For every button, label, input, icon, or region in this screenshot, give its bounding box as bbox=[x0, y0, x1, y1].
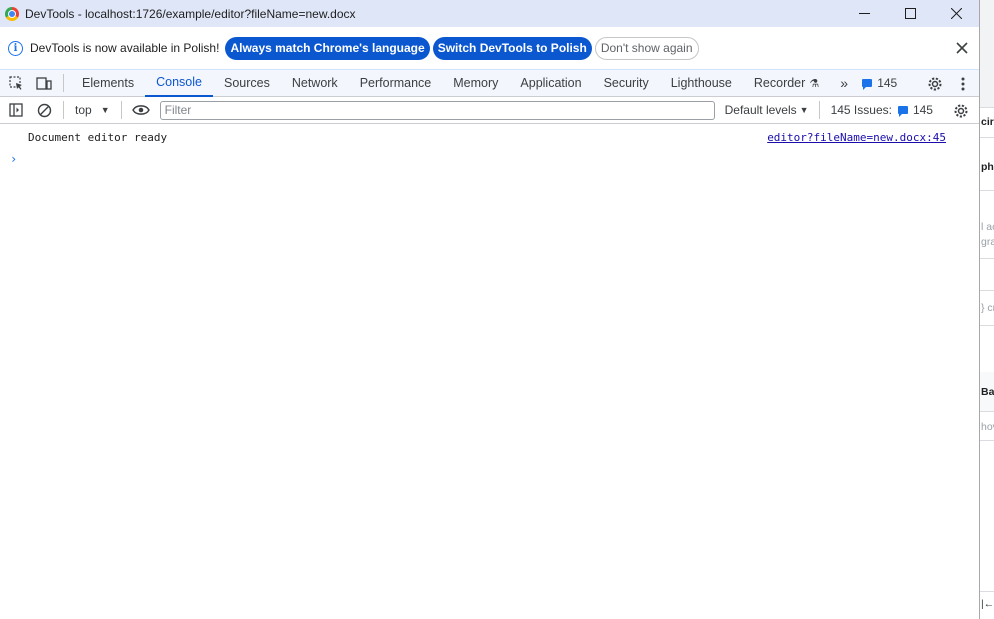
context-value: top bbox=[75, 103, 92, 117]
underlay-divider bbox=[980, 190, 994, 191]
underlay-divider bbox=[980, 440, 994, 441]
minimize-button[interactable] bbox=[841, 0, 887, 27]
console-message-source-link[interactable]: editor?fileName=new.docx:45 bbox=[767, 131, 946, 144]
maximize-icon bbox=[904, 8, 916, 19]
window-title: DevTools - localhost:1726/example/editor… bbox=[25, 6, 356, 21]
underlay-fragment: gra bbox=[981, 236, 994, 248]
device-toggle-icon bbox=[36, 76, 52, 90]
dont-show-again-button[interactable]: Don't show again bbox=[594, 36, 699, 60]
tab-application[interactable]: Application bbox=[509, 70, 592, 97]
tab-performance[interactable]: Performance bbox=[349, 70, 443, 97]
underlay-divider bbox=[980, 258, 994, 259]
info-icon: i bbox=[8, 40, 23, 56]
issues-badge[interactable]: 145 bbox=[862, 76, 897, 90]
toolbar-divider bbox=[818, 101, 820, 119]
maximize-button[interactable] bbox=[887, 0, 933, 27]
console-toolbar: top ▼ Default levels ▼ 145 Issues: 145 bbox=[0, 97, 979, 124]
inspect-element-button[interactable] bbox=[2, 70, 30, 97]
caret-down-icon: ▼ bbox=[799, 105, 809, 115]
log-levels-dropdown[interactable]: Default levels ▼ bbox=[725, 103, 809, 117]
tab-sources[interactable]: Sources bbox=[213, 70, 281, 97]
match-language-button[interactable]: Always match Chrome's language bbox=[225, 36, 430, 60]
issues-counter-value: 145 bbox=[912, 103, 933, 117]
gear-icon bbox=[928, 77, 942, 90]
eye-icon bbox=[131, 105, 150, 115]
close-window-button[interactable] bbox=[933, 0, 979, 27]
tab-memory[interactable]: Memory bbox=[442, 70, 509, 97]
caret-down-icon: ▼ bbox=[100, 105, 110, 115]
underlay-fragment: hov bbox=[981, 421, 994, 433]
settings-button[interactable] bbox=[921, 70, 949, 97]
tab-lighthouse[interactable]: Lighthouse bbox=[660, 70, 743, 97]
tabbar-right-controls bbox=[921, 70, 979, 97]
more-tabs-button[interactable]: » bbox=[832, 70, 856, 97]
double-chevron-right-icon: » bbox=[840, 75, 849, 91]
kebab-menu-icon bbox=[961, 77, 965, 90]
tab-elements[interactable]: Elements bbox=[71, 70, 145, 97]
issue-icon bbox=[897, 106, 908, 117]
underlay-header bbox=[980, 0, 994, 107]
underlay-divider bbox=[980, 107, 994, 108]
customize-menu-button[interactable] bbox=[949, 70, 977, 97]
underlay-divider bbox=[980, 411, 994, 412]
toolbar-divider bbox=[120, 101, 122, 119]
toolbar-divider bbox=[63, 101, 64, 119]
minimize-icon bbox=[858, 13, 870, 14]
tab-recorder[interactable]: Recorder ⚗ bbox=[743, 70, 830, 97]
underlay-fragment: } cr bbox=[981, 302, 994, 314]
context-selector[interactable]: top ▼ bbox=[69, 103, 116, 117]
language-infobar: i DevTools is now available in Polish! A… bbox=[0, 27, 979, 70]
issues-label: 145 Issues: bbox=[830, 103, 892, 117]
tab-security[interactable]: Security bbox=[593, 70, 660, 97]
underlay-fragment: Ba bbox=[981, 386, 994, 398]
filter-input[interactable] bbox=[159, 100, 715, 120]
console-settings-button[interactable] bbox=[943, 97, 979, 124]
tab-network[interactable]: Network bbox=[281, 70, 349, 97]
issues-badge-count: 145 bbox=[877, 76, 898, 90]
infobar-close-icon[interactable] bbox=[955, 41, 969, 55]
console-output: Document editor ready editor?fileName=ne… bbox=[0, 125, 979, 619]
tab-recorder-label: Recorder bbox=[753, 76, 806, 90]
underlay-fragment: cir bbox=[981, 116, 994, 128]
underlay-divider bbox=[980, 137, 994, 138]
gear-icon bbox=[954, 104, 968, 117]
window-titlebar: DevTools - localhost:1726/example/editor… bbox=[0, 0, 979, 27]
clear-icon bbox=[37, 103, 51, 117]
toolbar-divider bbox=[63, 74, 64, 92]
infobar-message: DevTools is now available in Polish! bbox=[30, 41, 220, 55]
log-levels-label: Default levels bbox=[724, 103, 797, 117]
window-controls bbox=[841, 0, 979, 27]
underlay-fragment: l ac bbox=[981, 221, 994, 233]
live-expression-button[interactable] bbox=[127, 97, 155, 124]
underlay-fragment: ph bbox=[981, 161, 994, 173]
chrome-logo-icon bbox=[5, 6, 19, 21]
close-icon bbox=[950, 8, 962, 19]
device-toolbar-button[interactable] bbox=[30, 70, 58, 97]
console-prompt[interactable]: › bbox=[0, 149, 979, 169]
underlying-page-sliver: cir ph l ac gra } cr Ba hov |← bbox=[979, 0, 994, 619]
show-sidebar-button[interactable] bbox=[2, 97, 30, 124]
underlay-fragment: |← bbox=[981, 598, 994, 610]
underlay-divider bbox=[980, 591, 994, 592]
flask-icon: ⚗ bbox=[809, 77, 820, 90]
tab-console[interactable]: Console bbox=[145, 70, 213, 97]
inspect-icon bbox=[8, 75, 22, 90]
issue-icon bbox=[862, 79, 873, 90]
devtools-tabbar: Elements Console Sources Network Perform… bbox=[0, 70, 979, 97]
underlay-divider bbox=[980, 290, 994, 291]
issues-counter[interactable]: 145 Issues: 145 bbox=[831, 103, 933, 117]
console-message: Document editor ready editor?fileName=ne… bbox=[0, 125, 979, 149]
clear-console-button[interactable] bbox=[30, 97, 58, 124]
sidebar-toggle-icon bbox=[9, 103, 23, 117]
underlay-divider bbox=[980, 325, 994, 326]
prompt-chevron-icon: › bbox=[10, 152, 18, 166]
switch-language-button[interactable]: Switch DevTools to Polish bbox=[432, 36, 592, 60]
console-message-text: Document editor ready bbox=[28, 130, 168, 144]
